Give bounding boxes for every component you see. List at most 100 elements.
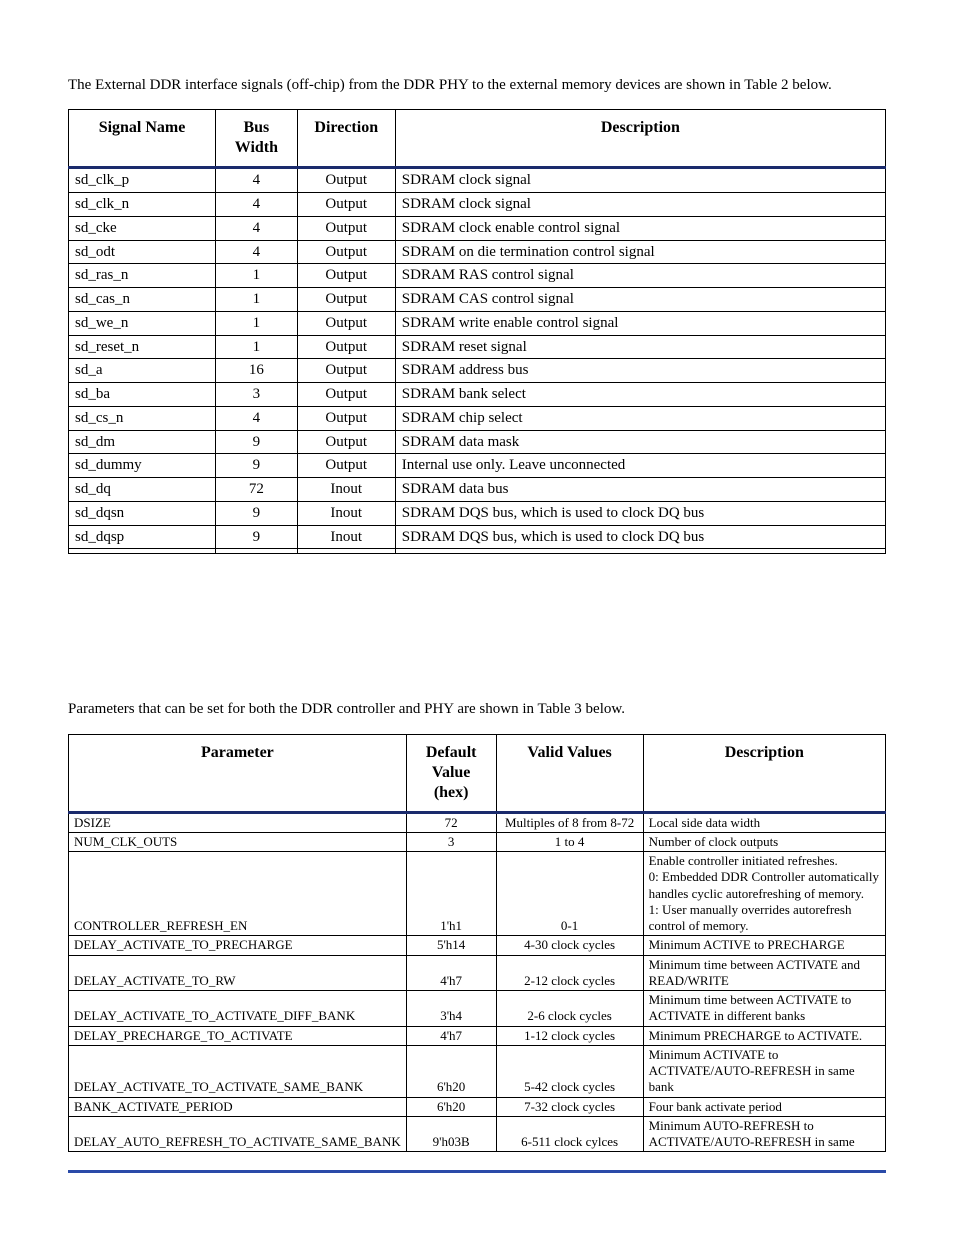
table-row bbox=[69, 549, 886, 554]
table-cell: Minimum ACTIVE to PRECHARGE bbox=[643, 936, 885, 955]
table-cell: SDRAM CAS control signal bbox=[395, 288, 885, 312]
table-row: DELAY_ACTIVATE_TO_ACTIVATE_DIFF_BANK3'h4… bbox=[69, 991, 886, 1027]
table-cell: SDRAM clock signal bbox=[395, 168, 885, 193]
table-cell: 1 bbox=[216, 335, 298, 359]
table-cell: 4 bbox=[216, 240, 298, 264]
table-cell: 5-42 clock cycles bbox=[496, 1045, 643, 1097]
table-cell: Inout bbox=[297, 478, 395, 502]
table-cell: BANK_ACTIVATE_PERIOD bbox=[69, 1097, 407, 1116]
table-cell: 3 bbox=[406, 832, 496, 851]
table-cell: 6'h20 bbox=[406, 1097, 496, 1116]
col-valid-values: Valid Values bbox=[496, 734, 643, 812]
table-row: sd_cke4OutputSDRAM clock enable control … bbox=[69, 216, 886, 240]
table-cell: 1 to 4 bbox=[496, 832, 643, 851]
table-row: CONTROLLER_REFRESH_EN1'h10-1Enable contr… bbox=[69, 852, 886, 936]
table-cell: sd_ba bbox=[69, 383, 216, 407]
table-cell: 4 bbox=[216, 216, 298, 240]
table-cell: 1 bbox=[216, 288, 298, 312]
col-default-value: Default Value (hex) bbox=[406, 734, 496, 812]
table-cell: 9 bbox=[216, 454, 298, 478]
table-cell: DSIZE bbox=[69, 812, 407, 832]
table-cell: sd_dummy bbox=[69, 454, 216, 478]
table-row: sd_ras_n1OutputSDRAM RAS control signal bbox=[69, 264, 886, 288]
table-cell: SDRAM clock enable control signal bbox=[395, 216, 885, 240]
table-cell: 9 bbox=[216, 501, 298, 525]
table-row: NUM_CLK_OUTS31 to 4Number of clock outpu… bbox=[69, 832, 886, 851]
table-cell: Number of clock outputs bbox=[643, 832, 885, 851]
table-row: sd_ba3OutputSDRAM bank select bbox=[69, 383, 886, 407]
col-signal-name: Signal Name bbox=[69, 110, 216, 168]
table-row: sd_dm9OutputSDRAM data mask bbox=[69, 430, 886, 454]
table-cell: SDRAM address bus bbox=[395, 359, 885, 383]
table-cell: Output bbox=[297, 359, 395, 383]
table-cell bbox=[216, 549, 298, 554]
table-cell: 1 bbox=[216, 264, 298, 288]
table-cell: 0-1 bbox=[496, 852, 643, 936]
table-cell: Output bbox=[297, 193, 395, 217]
table-row: DSIZE72Multiples of 8 from 8-72Local sid… bbox=[69, 812, 886, 832]
table-cell: SDRAM data mask bbox=[395, 430, 885, 454]
table-cell: 4 bbox=[216, 406, 298, 430]
table-cell: DELAY_AUTO_REFRESH_TO_ACTIVATE_SAME_BANK bbox=[69, 1116, 407, 1152]
table-cell: SDRAM write enable control signal bbox=[395, 311, 885, 335]
table-cell bbox=[69, 549, 216, 554]
table-cell bbox=[297, 549, 395, 554]
table-cell: SDRAM clock signal bbox=[395, 193, 885, 217]
table-cell: 9 bbox=[216, 430, 298, 454]
table-cell: 4 bbox=[216, 193, 298, 217]
table-cell: 9'h03B bbox=[406, 1116, 496, 1152]
table-row: sd_dummy9OutputInternal use only. Leave … bbox=[69, 454, 886, 478]
table-row: sd_dq72InoutSDRAM data bus bbox=[69, 478, 886, 502]
table-cell: sd_we_n bbox=[69, 311, 216, 335]
table-cell: sd_dm bbox=[69, 430, 216, 454]
table-cell: Local side data width bbox=[643, 812, 885, 832]
table-cell: Multiples of 8 from 8-72 bbox=[496, 812, 643, 832]
table-cell: 4'h7 bbox=[406, 955, 496, 991]
table-cell: Output bbox=[297, 240, 395, 264]
table-cell: 3 bbox=[216, 383, 298, 407]
table-cell: 9 bbox=[216, 525, 298, 549]
table-cell: Minimum time between ACTIVATE and READ/W… bbox=[643, 955, 885, 991]
table-cell: SDRAM bank select bbox=[395, 383, 885, 407]
table-cell: Output bbox=[297, 216, 395, 240]
footer-rule bbox=[68, 1170, 886, 1173]
col-direction: Direction bbox=[297, 110, 395, 168]
table-row: sd_dqsn9InoutSDRAM DQS bus, which is use… bbox=[69, 501, 886, 525]
table-cell: 7-32 clock cycles bbox=[496, 1097, 643, 1116]
table-cell: Minimum PRECHARGE to ACTIVATE. bbox=[643, 1026, 885, 1045]
table-cell: sd_ras_n bbox=[69, 264, 216, 288]
table-cell: 2-12 clock cycles bbox=[496, 955, 643, 991]
table-cell: Minimum ACTIVATE to ACTIVATE/AUTO-REFRES… bbox=[643, 1045, 885, 1097]
table-cell: SDRAM on die termination control signal bbox=[395, 240, 885, 264]
table-cell: sd_cke bbox=[69, 216, 216, 240]
table-cell: 72 bbox=[406, 812, 496, 832]
table-cell: sd_odt bbox=[69, 240, 216, 264]
table-cell: 5'h14 bbox=[406, 936, 496, 955]
table-row: sd_dqsp9InoutSDRAM DQS bus, which is use… bbox=[69, 525, 886, 549]
table-row: sd_cas_n1OutputSDRAM CAS control signal bbox=[69, 288, 886, 312]
table-row: sd_cs_n4OutputSDRAM chip select bbox=[69, 406, 886, 430]
table-row: sd_we_n1OutputSDRAM write enable control… bbox=[69, 311, 886, 335]
table-cell: Minimum AUTO-REFRESH to ACTIVATE/AUTO-RE… bbox=[643, 1116, 885, 1152]
table-cell: SDRAM DQS bus, which is used to clock DQ… bbox=[395, 501, 885, 525]
table-row: DELAY_ACTIVATE_TO_ACTIVATE_SAME_BANK6'h2… bbox=[69, 1045, 886, 1097]
table-cell: 1 bbox=[216, 311, 298, 335]
table-cell: Inout bbox=[297, 501, 395, 525]
table-cell: sd_clk_p bbox=[69, 168, 216, 193]
intro-text-2: Parameters that can be set for both the … bbox=[68, 699, 886, 719]
table-cell: NUM_CLK_OUTS bbox=[69, 832, 407, 851]
table-cell: sd_dqsn bbox=[69, 501, 216, 525]
table-cell: Output bbox=[297, 454, 395, 478]
table-cell: DELAY_ACTIVATE_TO_RW bbox=[69, 955, 407, 991]
table-cell: Output bbox=[297, 288, 395, 312]
table-cell: 1'h1 bbox=[406, 852, 496, 936]
table-cell: sd_a bbox=[69, 359, 216, 383]
table-cell: 3'h4 bbox=[406, 991, 496, 1027]
table-cell: 72 bbox=[216, 478, 298, 502]
table-cell: sd_cs_n bbox=[69, 406, 216, 430]
table-cell: sd_cas_n bbox=[69, 288, 216, 312]
table-cell: Enable controller initiated refreshes. 0… bbox=[643, 852, 885, 936]
table-cell: sd_reset_n bbox=[69, 335, 216, 359]
table-cell: 2-6 clock cycles bbox=[496, 991, 643, 1027]
table-cell: 4'h7 bbox=[406, 1026, 496, 1045]
